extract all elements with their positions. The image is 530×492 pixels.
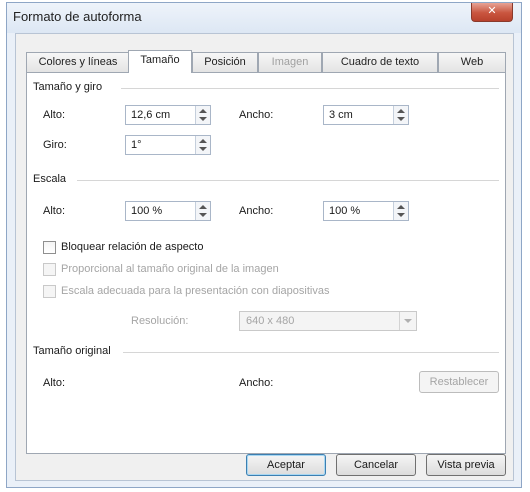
tab-strip: Colores y líneas Tamaño Posición Imagen … — [26, 50, 506, 73]
size-ancho-value: 3 cm — [329, 109, 353, 121]
tab-colores-y-lineas[interactable]: Colores y líneas — [26, 52, 130, 72]
resolution-select: 640 x 480 — [239, 311, 417, 331]
tab-web[interactable]: Web — [438, 52, 506, 72]
giro-spinner[interactable]: 1° — [125, 135, 211, 155]
scale-alto-label: Alto: — [43, 205, 66, 217]
cancel-button[interactable]: Cancelar — [336, 454, 416, 476]
preview-button[interactable]: Vista previa — [426, 454, 506, 476]
relative-original-checkbox — [43, 263, 56, 276]
group-divider — [123, 352, 499, 353]
close-button[interactable]: ✕ — [471, 3, 513, 22]
relative-original-label: Proporcional al tamaño original de la im… — [61, 263, 279, 275]
group-divider — [77, 180, 499, 181]
resolution-value: 640 x 480 — [246, 315, 295, 327]
size-alto-spinner[interactable]: 12,6 cm — [125, 105, 211, 125]
size-alto-value: 12,6 cm — [131, 109, 171, 121]
group-divider — [121, 88, 499, 89]
lock-aspect-checkbox[interactable] — [43, 241, 56, 254]
scale-ancho-spinner[interactable]: 100 % — [323, 201, 409, 221]
lock-aspect-label[interactable]: Bloquear relación de aspecto — [61, 241, 203, 253]
resolution-label: Resolución: — [131, 315, 189, 327]
tab-panel-tamano: Tamaño y giro Alto: 12,6 cm Ancho: 3 cm … — [26, 72, 506, 454]
scale-ancho-value: 100 % — [329, 205, 361, 217]
size-ancho-spinner[interactable]: 3 cm — [323, 105, 409, 125]
spinner-arrows-icon[interactable] — [393, 106, 408, 124]
tab-cuadro-de-texto[interactable]: Cuadro de texto — [322, 52, 438, 72]
giro-label: Giro: — [43, 139, 67, 151]
spinner-arrows-icon[interactable] — [195, 202, 210, 220]
size-alto-label: Alto: — [43, 109, 66, 121]
group-title-size-rotate: Tamaño y giro — [33, 81, 103, 93]
scale-alto-spinner[interactable]: 100 % — [125, 201, 211, 221]
group-title-original-size: Tamaño original — [33, 345, 111, 357]
scale-ancho-label: Ancho: — [239, 205, 274, 217]
tab-imagen: Imagen — [258, 52, 322, 72]
best-scale-label: Escala adecuada para la presentación con… — [61, 285, 330, 297]
title-bar[interactable]: Formato de autoforma ✕ — [7, 3, 521, 33]
best-scale-checkbox — [43, 285, 56, 298]
original-alto-label: Alto: — [43, 377, 66, 389]
tab-posicion[interactable]: Posición — [192, 52, 258, 72]
original-ancho-label: Ancho: — [239, 377, 274, 389]
spinner-arrows-icon[interactable] — [195, 106, 210, 124]
dialog-body: Colores y líneas Tamaño Posición Imagen … — [15, 33, 514, 481]
tab-tamano[interactable]: Tamaño — [128, 50, 192, 73]
chevron-down-icon — [399, 312, 416, 330]
scale-alto-value: 100 % — [131, 205, 163, 217]
spinner-arrows-icon[interactable] — [393, 202, 408, 220]
reset-button: Restablecer — [419, 371, 499, 393]
group-title-scale: Escala — [33, 173, 67, 185]
dialog-window: Formato de autoforma ✕ Colores y líneas … — [6, 2, 522, 488]
giro-value: 1° — [131, 139, 142, 151]
spinner-arrows-icon[interactable] — [195, 136, 210, 154]
size-ancho-label: Ancho: — [239, 109, 274, 121]
ok-button[interactable]: Aceptar — [246, 454, 326, 476]
window-title: Formato de autoforma — [13, 9, 142, 24]
